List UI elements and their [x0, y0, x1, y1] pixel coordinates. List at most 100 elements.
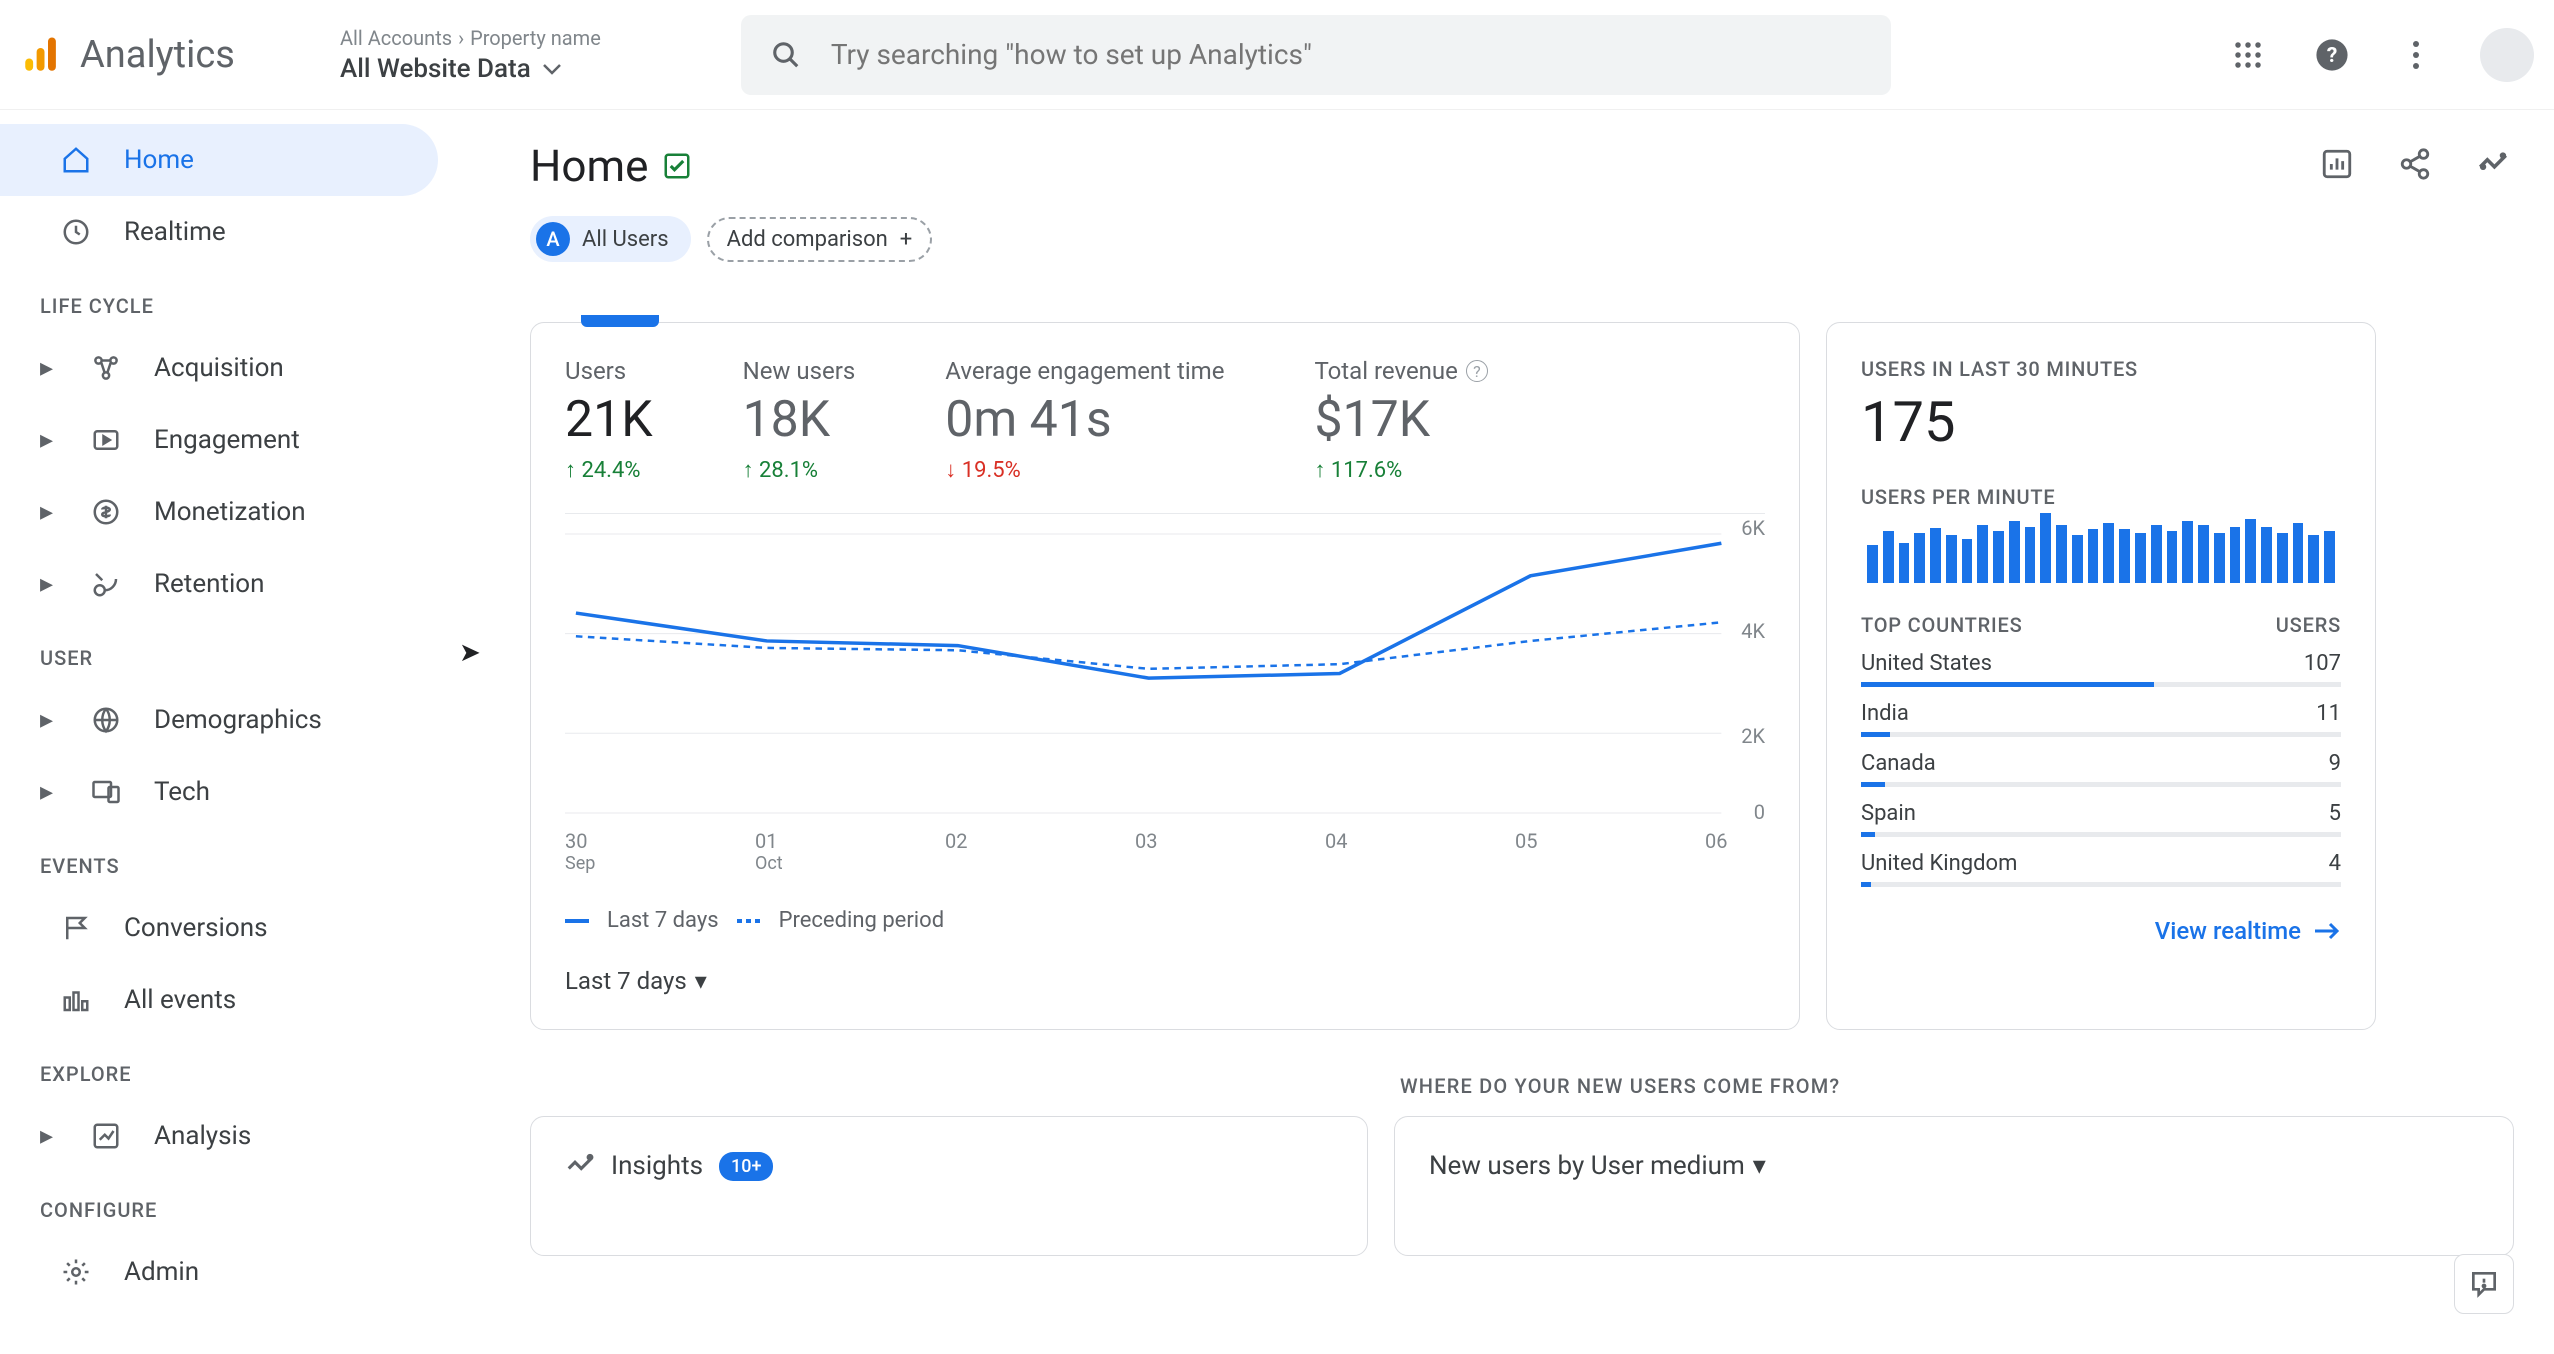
- minute-bar: [1914, 533, 1925, 583]
- chevron-right-icon: ▸: [40, 497, 58, 527]
- metric-total-revenue[interactable]: Total revenue ? $17K ↑ 117.6%: [1314, 357, 1487, 483]
- content-area: Home A All Users Add comparison + Users …: [450, 110, 2554, 1354]
- add-comparison-button[interactable]: Add comparison +: [707, 217, 933, 262]
- minute-bar: [2198, 525, 2209, 583]
- sidebar-item-realtime[interactable]: Realtime: [0, 196, 438, 268]
- sidebar-item-engagement[interactable]: ▸ Engagement: [0, 404, 438, 476]
- country-bar: [1861, 682, 2341, 687]
- y-tick: 6K: [1741, 516, 1765, 540]
- sidebar-item-label: Realtime: [124, 217, 226, 247]
- date-range-label: Last 7 days: [565, 967, 687, 995]
- search-input[interactable]: [831, 38, 1861, 71]
- sidebar-item-tech[interactable]: ▸ Tech: [0, 756, 438, 828]
- minute-bar: [2230, 527, 2241, 583]
- users-per-minute-chart: [1861, 517, 2341, 583]
- sidebar-item-label: Conversions: [124, 913, 267, 943]
- metric-label: Total revenue ?: [1314, 357, 1487, 385]
- metrics-row: Users 21K ↑ 24.4% New users 18K ↑ 28.1% …: [565, 357, 1765, 483]
- minute-bar: [1962, 539, 1973, 583]
- analysis-icon: [88, 1118, 124, 1154]
- sidebar-item-home[interactable]: Home: [0, 124, 438, 196]
- help-icon[interactable]: ?: [1466, 360, 1488, 382]
- metric-average-engagement-time[interactable]: Average engagement time 0m 41s ↓ 19.5%: [945, 357, 1224, 483]
- country-name: Spain: [1861, 801, 1916, 826]
- metric-new-users[interactable]: New users 18K ↑ 28.1%: [743, 357, 856, 483]
- sidebar-item-admin[interactable]: Admin: [0, 1236, 438, 1308]
- metric-users[interactable]: Users 21K ↑ 24.4%: [565, 357, 653, 483]
- x-tick: 06: [1705, 829, 1755, 874]
- date-range-dropdown[interactable]: Last 7 days ▾: [565, 967, 1765, 995]
- minute-bar: [2277, 533, 2288, 583]
- metric-delta: ↑ 24.4%: [565, 457, 653, 483]
- apps-icon[interactable]: [2228, 35, 2268, 75]
- sidebar-item-label: Tech: [154, 777, 210, 807]
- minute-bar: [2245, 519, 2256, 583]
- property-main[interactable]: All Website Data: [340, 54, 601, 84]
- sidebar-item-demographics[interactable]: ▸ Demographics: [0, 684, 438, 756]
- devices-icon: [88, 774, 124, 810]
- sidebar-item-label: Engagement: [154, 425, 300, 455]
- minute-bar: [1867, 545, 1878, 583]
- search-box[interactable]: [741, 15, 1891, 95]
- minute-bar: [2072, 535, 2083, 583]
- minute-bar: [2293, 523, 2304, 583]
- sidebar-item-acquisition[interactable]: ▸ Acquisition: [0, 332, 438, 404]
- legend-prev: Preceding period: [779, 908, 944, 933]
- minute-bar: [1946, 535, 1957, 583]
- analytics-logo-icon: [20, 34, 62, 76]
- chart-legend: Last 7 days Preceding period: [565, 908, 1765, 933]
- dropdown-icon: ▾: [695, 967, 707, 995]
- chip-label: All Users: [582, 227, 669, 252]
- chevron-right-icon: ▸: [40, 569, 58, 599]
- user-medium-dropdown[interactable]: New users by User medium ▾: [1429, 1151, 2479, 1181]
- sidebar-item-conversions[interactable]: Conversions: [0, 892, 438, 964]
- feedback-button[interactable]: [2454, 1254, 2514, 1314]
- breadcrumb: All Accounts › Property name: [340, 26, 601, 50]
- chip-badge: A: [536, 222, 570, 256]
- sidebar-item-all-events[interactable]: All events: [0, 964, 438, 1036]
- sidebar-item-monetization[interactable]: ▸ Monetization: [0, 476, 438, 548]
- metric-value: 21K: [565, 391, 653, 449]
- metric-delta: ↑ 117.6%: [1314, 457, 1487, 483]
- country-name: United Kingdom: [1861, 851, 2017, 876]
- legend-dashed-icon: [737, 919, 761, 923]
- sidebar-item-retention[interactable]: ▸ Retention: [0, 548, 438, 620]
- insights-icon[interactable]: [2476, 147, 2514, 185]
- metric-value: 18K: [743, 391, 856, 449]
- country-users: 9: [2329, 751, 2341, 776]
- country-bar: [1861, 882, 2341, 887]
- col-country: TOP COUNTRIES: [1861, 613, 2023, 637]
- section-new-users: WHERE DO YOUR NEW USERS COME FROM?: [1400, 1074, 2514, 1098]
- minute-bar: [2135, 533, 2146, 583]
- view-realtime-link[interactable]: View realtime: [1861, 917, 2341, 945]
- sidebar-item-analysis[interactable]: ▸ Analysis: [0, 1100, 438, 1172]
- country-row: United States 107: [1861, 637, 2341, 682]
- x-tick: 03: [1135, 829, 1185, 874]
- users-per-minute-label: USERS PER MINUTE: [1861, 485, 2341, 509]
- engagement-icon: [88, 422, 124, 458]
- share-icon[interactable]: [2398, 147, 2436, 185]
- property-selector[interactable]: All Accounts › Property name All Website…: [340, 26, 601, 84]
- country-name: United States: [1861, 651, 1992, 676]
- clock-icon: [58, 214, 94, 250]
- more-icon[interactable]: [2396, 35, 2436, 75]
- country-bar: [1861, 832, 2341, 837]
- sidebar-item-label: Acquisition: [154, 353, 284, 383]
- avatar[interactable]: [2480, 28, 2534, 82]
- flag-icon: [58, 910, 94, 946]
- plus-icon: +: [900, 227, 912, 252]
- countries-header: TOP COUNTRIES USERS: [1861, 613, 2341, 637]
- app-name: Analytics: [80, 33, 235, 77]
- sidebar-section-events: EVENTS: [0, 828, 450, 892]
- metric-label: Users: [565, 357, 653, 385]
- property-label: All Website Data: [340, 54, 531, 84]
- header-actions: ?: [2228, 28, 2534, 82]
- x-tick: 30Sep: [565, 829, 615, 874]
- chip-all-users[interactable]: A All Users: [530, 216, 691, 262]
- sidebar-item-label: Monetization: [154, 497, 306, 527]
- help-icon[interactable]: ?: [2312, 35, 2352, 75]
- customize-icon[interactable]: [2320, 147, 2358, 185]
- minute-bar: [1883, 531, 1894, 583]
- user-medium-label: New users by User medium: [1429, 1151, 1745, 1181]
- insights-label: Insights: [611, 1151, 703, 1181]
